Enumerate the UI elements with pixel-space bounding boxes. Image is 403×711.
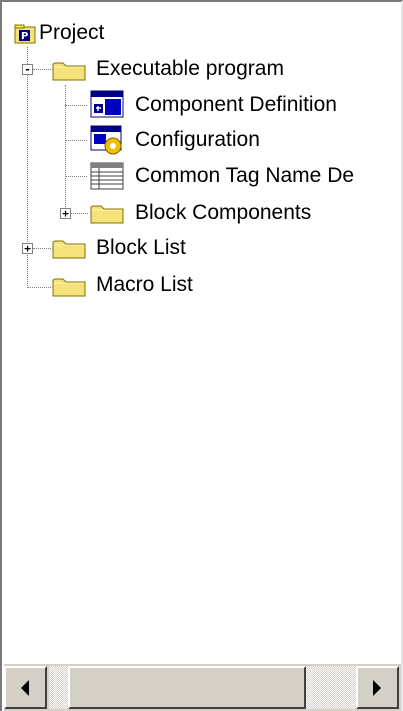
tree-item-label: Configuration: [135, 128, 260, 151]
tree-item-label: Project: [39, 21, 105, 44]
tree-line: [33, 248, 51, 249]
project-icon: P: [14, 24, 36, 44]
tree-line: [33, 69, 51, 70]
scroll-left-icon: [21, 680, 29, 696]
expand-icon[interactable]: +: [60, 208, 71, 219]
tree-line: [65, 105, 87, 106]
configuration-icon: [90, 125, 122, 155]
scroll-right-button[interactable]: [356, 666, 399, 709]
collapse-icon[interactable]: -: [22, 64, 33, 75]
folder-icon: [52, 62, 86, 81]
horizontal-scrollbar[interactable]: [4, 663, 401, 711]
tree-item-label: Common Tag Name De: [135, 164, 355, 187]
project-tree-pane: P Project - Executable program Component…: [0, 0, 403, 711]
tree-item-label: Executable program: [96, 57, 284, 80]
tree-line: [27, 287, 51, 288]
folder-icon: [90, 205, 124, 224]
tree-item-label: Block List: [96, 236, 186, 259]
scroll-left-button[interactable]: [4, 666, 47, 709]
tree-item-label: Macro List: [96, 273, 193, 296]
tree-line: [65, 176, 87, 177]
tree-item-label: Component Definition: [135, 93, 337, 116]
tree-line: [71, 213, 88, 214]
component-definition-icon: [90, 90, 124, 118]
svg-text:P: P: [21, 31, 28, 42]
scroll-right-icon: [373, 680, 381, 696]
tree-line: [65, 140, 87, 141]
folder-icon: [52, 278, 86, 297]
scrollbar-thumb[interactable]: [68, 666, 306, 709]
project-tree: P Project - Executable program Component…: [2, 2, 401, 664]
table-icon: [90, 162, 124, 190]
tree-item-label: Block Components: [135, 201, 312, 224]
folder-icon: [52, 240, 86, 259]
expand-icon[interactable]: +: [22, 243, 33, 254]
